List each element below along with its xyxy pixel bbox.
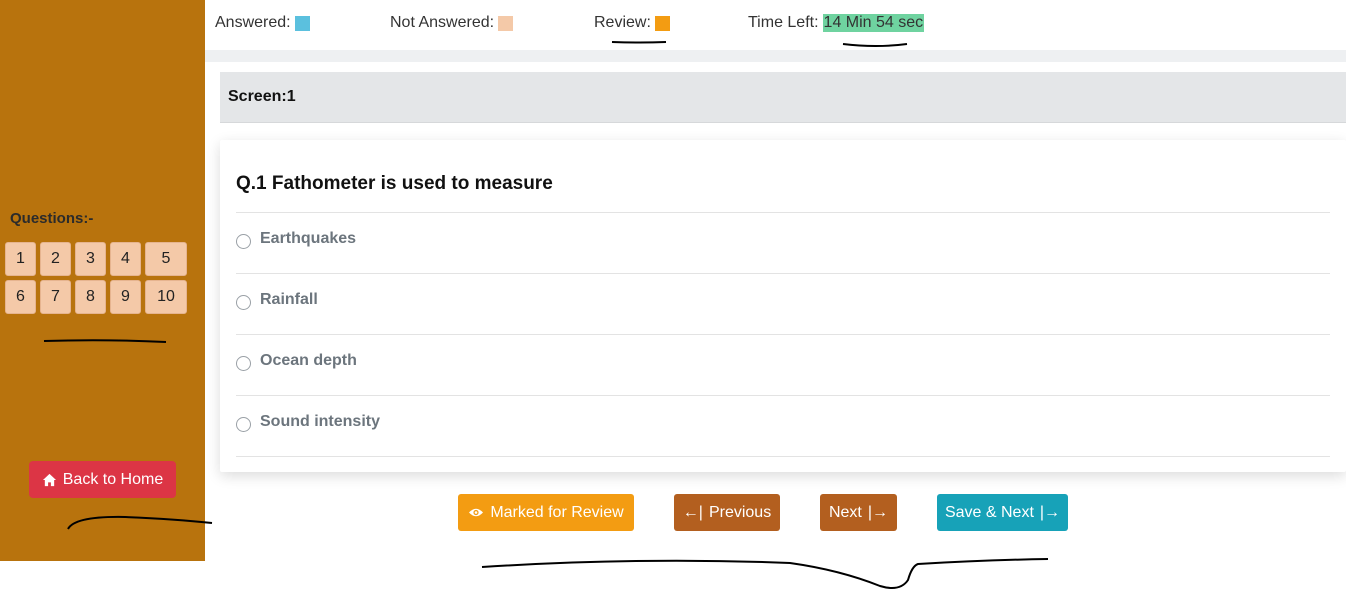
save-and-next-label: Save & Next bbox=[944, 503, 1034, 521]
save-and-next-button[interactable]: Save & Next |→ bbox=[937, 494, 1068, 531]
answer-option[interactable]: Sound intensity bbox=[236, 395, 1330, 457]
back-to-home-button[interactable]: Back to Home bbox=[29, 461, 176, 498]
next-arrow-icon: |→ bbox=[867, 503, 889, 521]
questions-heading: Questions:- bbox=[10, 210, 94, 227]
radio-button[interactable] bbox=[236, 356, 251, 371]
radio-button[interactable] bbox=[236, 234, 251, 249]
legend-not-answered: Not Answered: bbox=[390, 14, 514, 32]
time-left: Time Left: 14 Min 54 sec bbox=[748, 14, 925, 32]
eye-icon bbox=[469, 508, 484, 517]
previous-label: Previous bbox=[708, 503, 772, 521]
answered-swatch bbox=[294, 15, 310, 31]
previous-button[interactable]: ←| Previous bbox=[674, 494, 780, 531]
question-number-button[interactable]: 7 bbox=[40, 280, 71, 314]
review-swatch bbox=[654, 15, 670, 31]
question-number-button[interactable]: 9 bbox=[110, 280, 141, 314]
option-label: Earthquakes bbox=[260, 230, 357, 247]
question-sidebar: Questions:- 1 2 3 4 5 6 7 8 9 10 Back to… bbox=[0, 0, 205, 561]
marked-for-review-label: Marked for Review bbox=[490, 503, 624, 521]
legend-not-answered-label: Not Answered: bbox=[390, 14, 495, 31]
legend-review-label: Review: bbox=[594, 14, 651, 31]
question-card: Q.1 Fathometer is used to measure Earthq… bbox=[220, 140, 1346, 472]
screen-header: Screen:1 bbox=[220, 72, 1346, 123]
next-button[interactable]: Next |→ bbox=[820, 494, 897, 531]
legend-review: Review: bbox=[594, 14, 670, 32]
option-label: Sound intensity bbox=[260, 413, 380, 430]
next-label: Next bbox=[828, 503, 862, 521]
radio-button[interactable] bbox=[236, 295, 251, 310]
question-number-button[interactable]: 4 bbox=[110, 242, 141, 276]
header-divider bbox=[205, 50, 1346, 62]
back-to-home-label: Back to Home bbox=[62, 470, 164, 488]
marked-for-review-button[interactable]: Marked for Review bbox=[458, 494, 634, 531]
question-number-button[interactable]: 2 bbox=[40, 242, 71, 276]
legend-answered: Answered: bbox=[215, 14, 310, 32]
home-icon bbox=[42, 473, 56, 486]
time-left-value: 14 Min 54 sec bbox=[822, 14, 925, 32]
question-number-button[interactable]: 10 bbox=[145, 280, 187, 314]
not-answered-swatch bbox=[498, 15, 514, 31]
status-legend-bar: Answered: Not Answered: Review: Time Lef… bbox=[205, 0, 1346, 50]
question-number-button[interactable]: 8 bbox=[75, 280, 106, 314]
answer-option[interactable]: Ocean depth bbox=[236, 334, 1330, 395]
save-next-arrow-icon: |→ bbox=[1039, 503, 1061, 521]
question-number-button[interactable]: 3 bbox=[75, 242, 106, 276]
answer-option[interactable]: Rainfall bbox=[236, 273, 1330, 334]
question-palette: 1 2 3 4 5 6 7 8 9 10 bbox=[5, 242, 187, 314]
question-number-button[interactable]: 1 bbox=[5, 242, 36, 276]
legend-answered-label: Answered: bbox=[215, 14, 291, 31]
option-label: Ocean depth bbox=[260, 352, 357, 369]
answer-option[interactable]: Earthquakes bbox=[236, 212, 1330, 273]
previous-arrow-icon: ←| bbox=[682, 503, 703, 521]
question-text: Q.1 Fathometer is used to measure bbox=[236, 173, 553, 194]
time-left-label: Time Left: bbox=[748, 14, 819, 31]
radio-button[interactable] bbox=[236, 417, 251, 432]
question-number-button[interactable]: 6 bbox=[5, 280, 36, 314]
question-number-button[interactable]: 5 bbox=[145, 242, 187, 276]
option-label: Rainfall bbox=[260, 291, 318, 308]
answer-options: Earthquakes Rainfall Ocean depth Sound i… bbox=[236, 212, 1330, 457]
annotation-stroke bbox=[481, 558, 1049, 589]
screen-label: Screen:1 bbox=[228, 88, 296, 105]
